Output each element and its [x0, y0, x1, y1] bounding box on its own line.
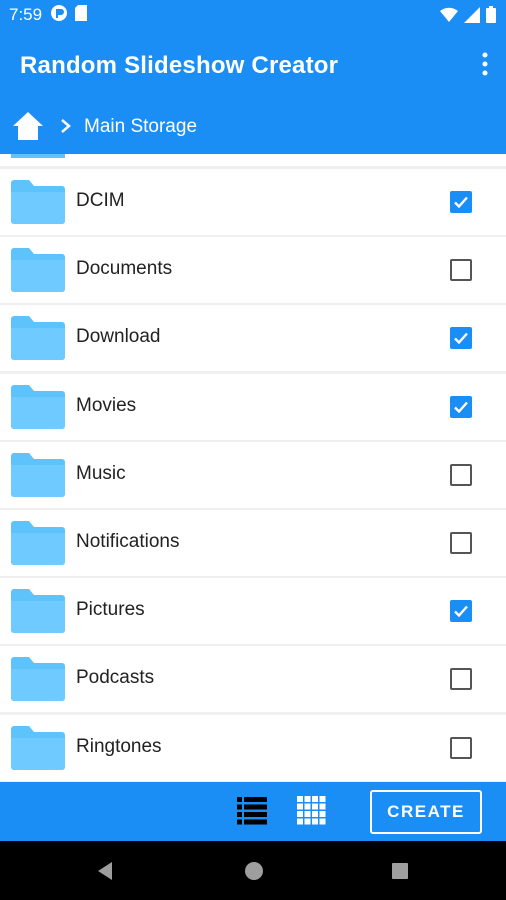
- list-item[interactable]: Notifications: [0, 510, 506, 576]
- folder-icon: [11, 725, 65, 775]
- app-title: Random Slideshow Creator: [20, 52, 339, 79]
- folder-name: Podcasts: [76, 667, 155, 689]
- system-nav-bar: [0, 841, 506, 900]
- list-item[interactable]: Movies: [0, 373, 506, 440]
- folder-name: Movies: [76, 394, 137, 416]
- status-time: 7:59: [9, 5, 43, 24]
- folder-checkbox[interactable]: [450, 327, 472, 350]
- list-item[interactable]: Download: [0, 305, 506, 372]
- folder-checkbox[interactable]: [450, 395, 472, 418]
- list-item[interactable]: Ringtones: [0, 714, 506, 781]
- folder-name: Notifications: [76, 531, 180, 552]
- folder-checkbox[interactable]: [450, 463, 472, 486]
- breadcrumb-current[interactable]: Main Storage: [84, 116, 197, 138]
- list-item[interactable]: Music: [0, 441, 506, 508]
- folder-list[interactable]: DCIM Documents Download Movies Music Notifica…: [0, 154, 506, 782]
- battery-icon: [486, 6, 496, 28]
- recents-icon[interactable]: [391, 862, 409, 885]
- more-options-icon[interactable]: [482, 52, 488, 81]
- folder-name: Pictures: [76, 599, 145, 621]
- list-view-icon[interactable]: [237, 796, 267, 831]
- create-button[interactable]: CREATE: [370, 790, 482, 834]
- folder-checkbox[interactable]: [450, 532, 472, 554]
- folder-icon: [11, 521, 65, 570]
- chevron-right-icon: [60, 118, 72, 139]
- folder-icon: [11, 452, 65, 502]
- folder-checkbox[interactable]: [450, 736, 472, 759]
- back-icon[interactable]: [96, 861, 114, 886]
- app-notification-icon: [50, 4, 68, 27]
- folder-name: DCIM: [76, 190, 125, 211]
- app-bar: Random Slideshow Creator: [0, 30, 506, 100]
- folder-icon: [11, 657, 65, 706]
- folder-icon: [11, 316, 65, 365]
- folder-checkbox[interactable]: [450, 259, 472, 282]
- sd-card-icon: [74, 4, 88, 27]
- wifi-icon: [440, 7, 458, 28]
- folder-icon: [11, 384, 65, 434]
- list-item[interactable]: Pictures: [0, 578, 506, 645]
- list-item-partial: [0, 154, 506, 166]
- status-bar: 7:59: [0, 0, 506, 30]
- cell-signal-icon: [464, 6, 480, 28]
- list-item[interactable]: DCIM: [0, 169, 506, 235]
- breadcrumb: Main Storage: [0, 100, 506, 154]
- bottom-action-bar: CREATE: [0, 782, 506, 841]
- folder-name: Documents: [76, 258, 173, 280]
- grid-view-icon[interactable]: [297, 796, 327, 831]
- folder-checkbox[interactable]: [450, 668, 472, 691]
- folder-icon: [11, 589, 65, 638]
- folder-name: Music: [76, 462, 126, 484]
- folder-icon: [11, 248, 65, 297]
- folder-checkbox[interactable]: [450, 191, 472, 213]
- folder-icon: [11, 180, 65, 229]
- home-nav-icon[interactable]: [244, 861, 264, 886]
- list-item[interactable]: Documents: [0, 237, 506, 304]
- list-item[interactable]: Podcasts: [0, 646, 506, 713]
- folder-name: Download: [76, 326, 161, 348]
- home-icon[interactable]: [12, 110, 44, 147]
- folder-name: Ringtones: [76, 735, 162, 757]
- folder-checkbox[interactable]: [450, 600, 472, 623]
